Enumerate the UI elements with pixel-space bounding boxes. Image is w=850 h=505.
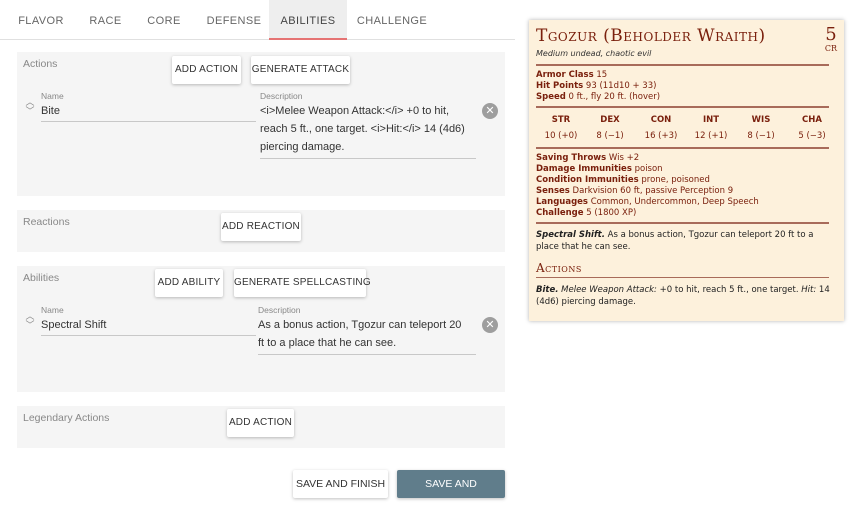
add-action-button[interactable]: Add Action bbox=[172, 56, 241, 84]
damage-immunities: Damage Immunities poison bbox=[536, 164, 663, 174]
add-ability-button[interactable]: Add Ability bbox=[155, 269, 223, 297]
divider bbox=[536, 222, 829, 224]
chevron-down-icon[interactable]: ﹀ bbox=[25, 107, 35, 116]
add-reaction-button[interactable]: Add Reaction bbox=[221, 213, 301, 241]
action-bite: Bite. Melee Weapon Attack: +0 to hit, re… bbox=[536, 285, 830, 307]
senses: Senses Darkvision 60 ft, passive Percept… bbox=[536, 186, 734, 196]
save-and-finish-button[interactable]: Save and Finish bbox=[293, 470, 388, 498]
close-icon: ✕ bbox=[485, 105, 495, 117]
remove-action-button[interactable]: ✕ bbox=[482, 103, 498, 119]
challenge-rating: 5 CR bbox=[824, 24, 837, 54]
generate-attack-button[interactable]: Generate Attack bbox=[251, 56, 350, 84]
tab-core[interactable]: Core bbox=[129, 0, 199, 40]
generate-spellcasting-button[interactable]: Generate Spellcasting bbox=[234, 269, 371, 297]
reactions-section: Reactions Add Reaction bbox=[17, 210, 505, 252]
condition-immunities: Condition Immunities prone, poisoned bbox=[536, 175, 710, 185]
reorder-arrows[interactable]: ︿ ﹀ bbox=[25, 98, 35, 116]
trait-spectral-shift: Spectral Shift. As a bonus action, Tgozu… bbox=[536, 230, 814, 252]
actions-heading: Actions bbox=[536, 261, 582, 275]
monster-name: Tgozur (Beholder Wraith) bbox=[536, 26, 766, 46]
tab-challenge[interactable]: Challenge bbox=[347, 0, 437, 40]
chevron-down-icon[interactable]: ﹀ bbox=[25, 321, 35, 330]
abilities-title: Abilities bbox=[23, 272, 60, 284]
stat-block-preview: Tgozur (Beholder Wraith) 5 CR Medium und… bbox=[529, 20, 844, 321]
divider bbox=[536, 277, 829, 278]
ability-con: CON 16 (+3) bbox=[644, 115, 678, 141]
close-icon: ✕ bbox=[485, 319, 495, 331]
ability-int: INT 12 (+1) bbox=[694, 115, 728, 141]
divider bbox=[536, 147, 829, 149]
monster-type: Medium undead, chaotic evil bbox=[536, 49, 652, 58]
reorder-arrows[interactable]: ︿ ﹀ bbox=[25, 312, 35, 330]
ability-dex: DEX 8 (−1) bbox=[596, 115, 624, 141]
divider bbox=[536, 106, 829, 108]
action-name-field[interactable]: Bite bbox=[41, 105, 256, 122]
ability-cha: CHA 5 (−3) bbox=[798, 115, 826, 141]
speed: Speed 0 ft., fly 20 ft. (hover) bbox=[536, 92, 661, 102]
legendary-actions-title: Legendary Actions bbox=[23, 412, 110, 424]
action-description-field[interactable]: <i>Melee Weapon Attack:</i> +0 to hit, r… bbox=[260, 102, 476, 159]
remove-ability-button[interactable]: ✕ bbox=[482, 317, 498, 333]
armor-class: Armor Class 15 bbox=[536, 70, 608, 80]
actions-section: Actions Add Action Generate Attack ︿ ﹀ N… bbox=[17, 52, 505, 196]
languages: Languages Common, Undercommon, Deep Spee… bbox=[536, 197, 759, 207]
ability-wis: WIS 8 (−1) bbox=[747, 115, 775, 141]
reactions-title: Reactions bbox=[23, 216, 70, 228]
save-and-continue-button[interactable]: Save and Continue bbox=[397, 470, 505, 498]
ability-description-field[interactable]: As a bonus action, Tgozur can teleport 2… bbox=[258, 316, 476, 355]
abilities-section: Abilities Add Ability Generate Spellcast… bbox=[17, 266, 505, 392]
add-legendary-action-button[interactable]: Add Action bbox=[227, 409, 294, 437]
challenge: Challenge 5 (1800 XP) bbox=[536, 208, 637, 218]
legendary-actions-section: Legendary Actions Add Action bbox=[17, 406, 505, 448]
tab-abilities[interactable]: Abilities bbox=[269, 0, 347, 40]
name-label: Name bbox=[41, 91, 64, 101]
tab-bar: Flavor Race Core Defense Abilities Chall… bbox=[0, 0, 515, 40]
saving-throws: Saving Throws Wis +2 bbox=[536, 153, 640, 163]
description-label: Description bbox=[260, 91, 303, 101]
tab-defense[interactable]: Defense bbox=[199, 0, 269, 40]
description-label: Description bbox=[258, 305, 301, 315]
ability-str: STR 10 (+0) bbox=[544, 115, 578, 141]
tab-flavor[interactable]: Flavor bbox=[0, 0, 82, 40]
ability-name-field[interactable]: Spectral Shift bbox=[41, 319, 256, 336]
tab-race[interactable]: Race bbox=[82, 0, 129, 40]
divider bbox=[536, 64, 829, 66]
actions-title: Actions bbox=[23, 58, 58, 70]
name-label: Name bbox=[41, 305, 64, 315]
hit-points: Hit Points 93 (11d10 + 33) bbox=[536, 81, 657, 91]
